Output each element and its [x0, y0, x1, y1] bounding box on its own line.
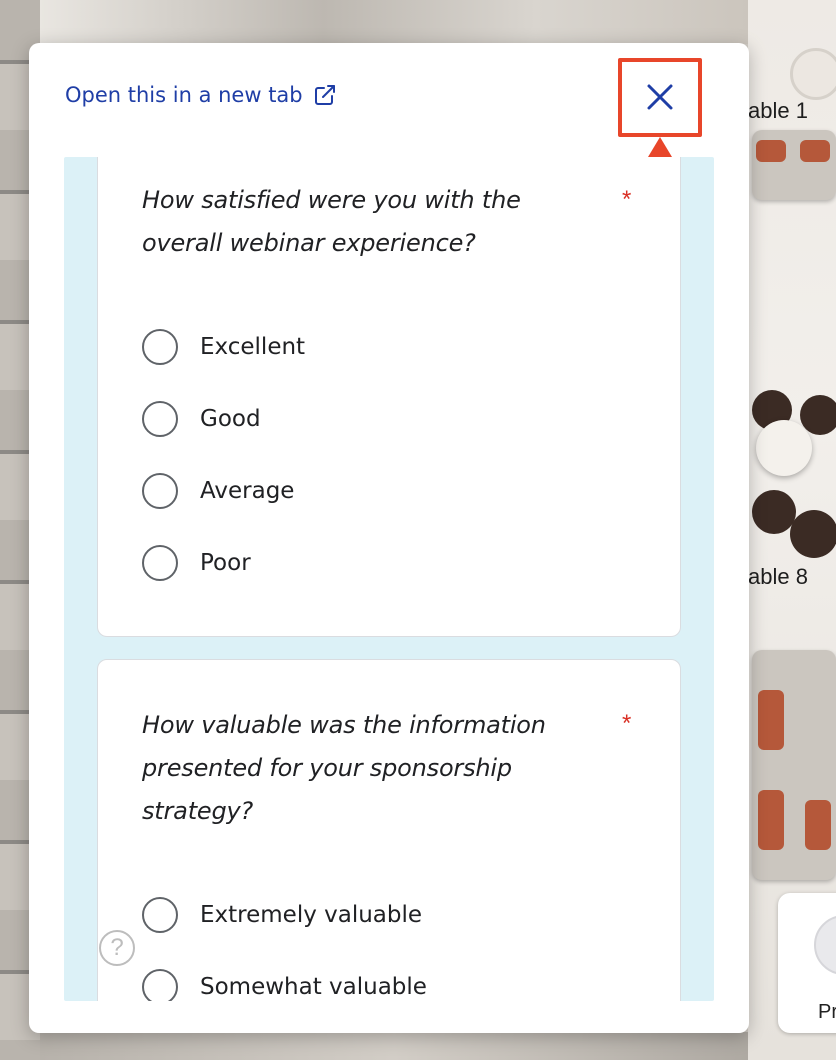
- option-label: Good: [200, 406, 261, 432]
- sofa-cushion: [800, 140, 830, 162]
- open-link-label: Open this in a new tab: [65, 83, 303, 107]
- table-label: able 1: [748, 98, 808, 123]
- external-link-icon: [314, 85, 335, 105]
- avatar: [814, 915, 836, 975]
- open-in-new-tab-link[interactable]: Open this in a new tab: [65, 83, 337, 107]
- lounge-chair: [790, 48, 836, 100]
- required-asterisk: *: [622, 710, 632, 737]
- radio-button[interactable]: [142, 401, 178, 437]
- radio-option[interactable]: Somewhat valuable: [142, 951, 427, 1001]
- round-table: [756, 420, 812, 476]
- profile-card[interactable]: Pr: [778, 893, 836, 1033]
- background-top-strip: [40, 0, 748, 44]
- help-icon[interactable]: ?: [99, 930, 135, 966]
- question-card: How valuable was the information present…: [97, 659, 681, 1001]
- radio-option[interactable]: Average: [142, 455, 305, 527]
- lounge-chair: [790, 510, 836, 558]
- close-button[interactable]: [636, 73, 684, 121]
- radio-option[interactable]: Excellent: [142, 311, 305, 383]
- option-label: Poor: [200, 550, 251, 576]
- survey-modal: Open this in a new tab How satisfied wer…: [29, 43, 749, 1033]
- radio-option[interactable]: Poor: [142, 527, 305, 599]
- question-card: How satisfied were you with the overall …: [97, 157, 681, 637]
- sofa-cushion: [805, 800, 831, 850]
- lounge-chair: [752, 490, 796, 534]
- sofa-cushion: [756, 140, 786, 162]
- option-label: Somewhat valuable: [200, 974, 427, 1000]
- sofa-cushion: [758, 690, 784, 750]
- question-text: How satisfied were you with the overall …: [142, 186, 521, 257]
- radio-button[interactable]: [142, 545, 178, 581]
- radio-button[interactable]: [142, 969, 178, 1001]
- sofa-cushion: [758, 790, 784, 850]
- option-label: Excellent: [200, 334, 306, 360]
- radio-option[interactable]: Good: [142, 383, 305, 455]
- radio-group: Extremely valuable Somewhat valuable: [142, 879, 427, 1001]
- radio-button[interactable]: [142, 897, 178, 933]
- table-label: able 8: [748, 564, 808, 589]
- radio-button[interactable]: [142, 329, 178, 365]
- background-bottom-strip: [40, 1032, 748, 1060]
- radio-button[interactable]: [142, 473, 178, 509]
- radio-group: Excellent Good Average Poor: [142, 311, 305, 599]
- profile-card-label: Pr: [818, 1001, 836, 1023]
- embedded-form: How satisfied were you with the overall …: [64, 157, 714, 1001]
- required-asterisk: *: [622, 186, 632, 213]
- question-text: How valuable was the information present…: [142, 711, 546, 825]
- radio-option[interactable]: Extremely valuable: [142, 879, 427, 951]
- option-label: Extremely valuable: [200, 902, 423, 928]
- close-icon: [647, 84, 673, 110]
- option-label: Average: [200, 478, 295, 504]
